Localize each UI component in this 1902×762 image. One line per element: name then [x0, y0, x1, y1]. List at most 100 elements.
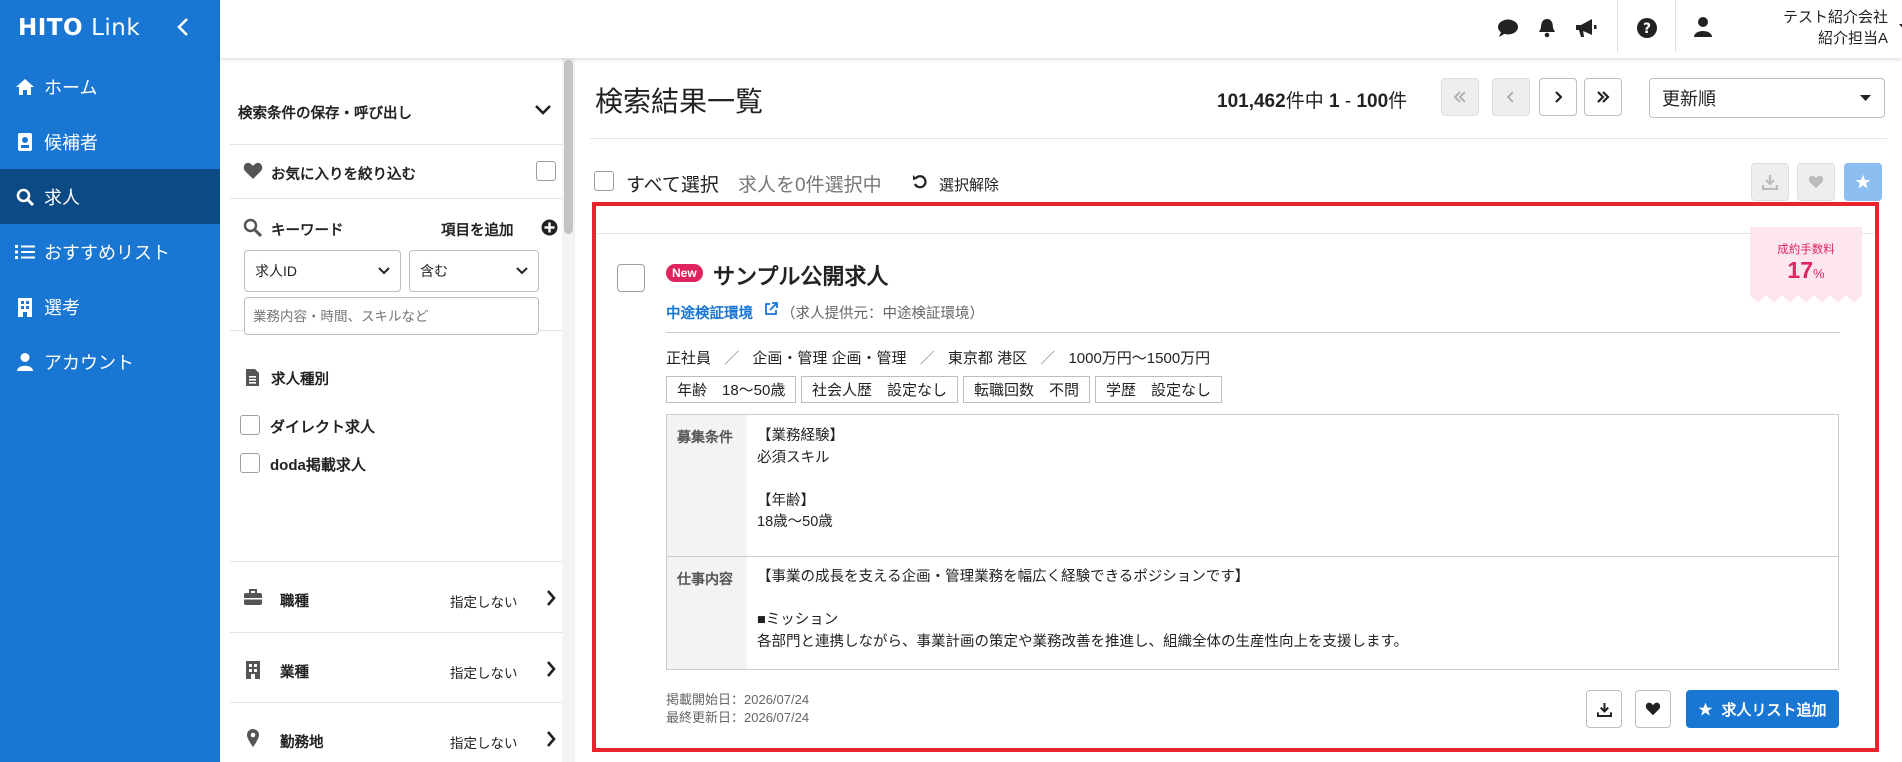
nav-selection[interactable]: 選考: [0, 279, 220, 334]
building-icon: [245, 660, 261, 679]
search-icon: [243, 218, 262, 237]
top-header: ? テスト紹介会社 紹介担当A: [220, 0, 1902, 58]
help-icon[interactable]: ?: [1636, 17, 1658, 39]
conditions-label: 募集条件: [667, 415, 747, 556]
post-dates: 掲載開始日：2026/07/24 最終更新日：2026/07/24: [666, 691, 809, 727]
tag-age: 年齢 18〜50歳: [666, 376, 797, 403]
list-icon: [14, 244, 36, 260]
prev-page-button[interactable]: [1492, 78, 1530, 116]
job-title[interactable]: サンプル公開求人: [713, 259, 888, 291]
saved-conditions-row[interactable]: 検索条件の保存・呼び出し: [230, 78, 562, 145]
nav-recommend[interactable]: おすすめリスト: [0, 224, 220, 279]
bell-icon[interactable]: [1538, 18, 1556, 38]
fee-value: 17: [1787, 257, 1814, 283]
logo: HITO Link: [0, 0, 220, 55]
megaphone-icon[interactable]: [1575, 18, 1597, 38]
job-type-section: 求人種別 ダイレクト求人 doda掲載求人: [230, 337, 562, 562]
location-row[interactable]: 勤務地 指定しない: [230, 703, 562, 762]
user-menu[interactable]: テスト紹介会社 紹介担当A: [1718, 7, 1888, 49]
first-page-button[interactable]: [1441, 78, 1479, 116]
tag-experience: 社会人歴 設定なし: [801, 376, 959, 403]
filter-panel: 検索条件の保存・呼び出し お気に入りを絞り込む キーワード 項目を追加 求人ID…: [220, 58, 575, 762]
user-name: 紹介担当A: [1817, 30, 1888, 47]
chevron-right-icon: [546, 661, 556, 677]
star-icon: [1699, 702, 1713, 716]
job-detail-table: 募集条件 【業務経験】 必須スキル 【年齢】 18歳〜50歳 仕事内容 【事業の成長を…: [666, 414, 1839, 670]
select-all-label[interactable]: すべて選択: [626, 170, 719, 197]
table-row-divider: [667, 556, 1838, 557]
collapse-sidebar-icon[interactable]: [176, 16, 190, 38]
posted-date: 掲載開始日：2026/07/24: [666, 692, 810, 707]
briefcase-icon: [243, 589, 263, 606]
nav-candidates[interactable]: 候補者: [0, 114, 220, 169]
direct-job-checkbox[interactable]: [240, 415, 260, 435]
provider-link[interactable]: 中途検証環境: [666, 302, 753, 323]
svg-text:?: ?: [1643, 21, 1651, 37]
select-all-checkbox[interactable]: [594, 171, 614, 191]
card-divider: [666, 332, 1840, 333]
fee-badge: 成約手数料 17%: [1750, 227, 1862, 303]
external-link-icon[interactable]: [764, 302, 778, 316]
sort-select[interactable]: 更新順: [1649, 78, 1885, 118]
occupation-row[interactable]: 職種 指定しない: [230, 562, 562, 633]
chevron-down-icon[interactable]: [1898, 23, 1902, 32]
chevron-right-icon: [546, 731, 556, 747]
keyword-input[interactable]: [244, 297, 539, 335]
bulk-add-list-button[interactable]: [1844, 163, 1882, 201]
plus-circle-icon[interactable]: [541, 219, 558, 236]
search-icon: [14, 188, 36, 206]
job-select-checkbox[interactable]: [617, 264, 645, 292]
scrollbar-thumb[interactable]: [564, 60, 573, 234]
bulk-favorite-button[interactable]: [1797, 163, 1835, 201]
home-icon: [14, 78, 36, 96]
conditions-text: 【業務経験】 必須スキル 【年齢】 18歳〜50歳: [757, 428, 844, 530]
chat-icon[interactable]: [1497, 18, 1519, 38]
favorite-button[interactable]: [1635, 690, 1671, 728]
company-name: テスト紹介会社: [1782, 9, 1888, 26]
chevron-right-icon: [546, 590, 556, 606]
header-divider: [1617, 0, 1618, 52]
provider-note: （求人提供元：中途検証環境）: [781, 306, 984, 322]
document-icon: [245, 368, 260, 387]
work-label: 仕事内容: [667, 557, 747, 669]
match-select[interactable]: 含む: [409, 250, 539, 292]
header-divider: [1675, 0, 1676, 52]
work-text: 【事業の成長を支える企画・管理業務を幅広く経験できるポジションです】 ■ミッション…: [757, 569, 1409, 650]
next-page-button[interactable]: [1539, 78, 1577, 116]
chevron-down-icon[interactable]: [535, 105, 551, 115]
sidebar: HITO Link ホーム 候補者 求人 おすすめリスト 選考 アカウント: [0, 0, 220, 762]
user-icon: [14, 352, 36, 372]
clear-selection-button[interactable]: 選択解除: [939, 174, 999, 195]
divider: [590, 138, 1887, 139]
job-meta: 正社員 ／ 企画・管理 企画・管理 ／ 東京都 港区 ／ 1000万円〜1500…: [666, 350, 1211, 367]
tag-job-changes: 転職回数 不問: [963, 376, 1091, 403]
add-to-job-list-button[interactable]: 求人リスト追加: [1686, 690, 1839, 728]
result-count: 101,462件中 1 - 100件: [1217, 91, 1408, 112]
building-icon: [14, 297, 36, 317]
card-top-line: [597, 233, 1874, 234]
page-title: 検索結果一覧: [595, 86, 764, 117]
doda-job-checkbox[interactable]: [240, 453, 260, 473]
map-pin-icon: [246, 728, 260, 748]
add-item-button[interactable]: 項目を追加: [441, 219, 514, 240]
heart-icon: [243, 162, 263, 180]
nav-home[interactable]: ホーム: [0, 59, 220, 114]
tag-education: 学歴 設定なし: [1095, 376, 1223, 403]
bulk-download-button[interactable]: [1751, 163, 1789, 201]
badge-icon: [14, 132, 36, 152]
favorites-checkbox[interactable]: [536, 161, 556, 181]
new-badge: New: [666, 264, 703, 282]
favorites-row: お気に入りを絞り込む: [230, 145, 562, 199]
user-icon: [1693, 16, 1713, 38]
last-page-button[interactable]: [1584, 78, 1622, 116]
download-button[interactable]: [1586, 690, 1622, 728]
nav-jobs[interactable]: 求人: [0, 169, 220, 224]
nav-account[interactable]: アカウント: [0, 334, 220, 389]
chevron-down-icon: [1860, 95, 1871, 101]
undo-icon[interactable]: [912, 173, 928, 189]
filter-scrollbar[interactable]: [562, 58, 575, 762]
field-select[interactable]: 求人ID: [244, 250, 401, 292]
industry-row[interactable]: 業種 指定しない: [230, 633, 562, 703]
selected-count: 求人を0件選択中: [738, 175, 882, 196]
updated-date: 最終更新日：2026/07/24: [666, 710, 810, 725]
